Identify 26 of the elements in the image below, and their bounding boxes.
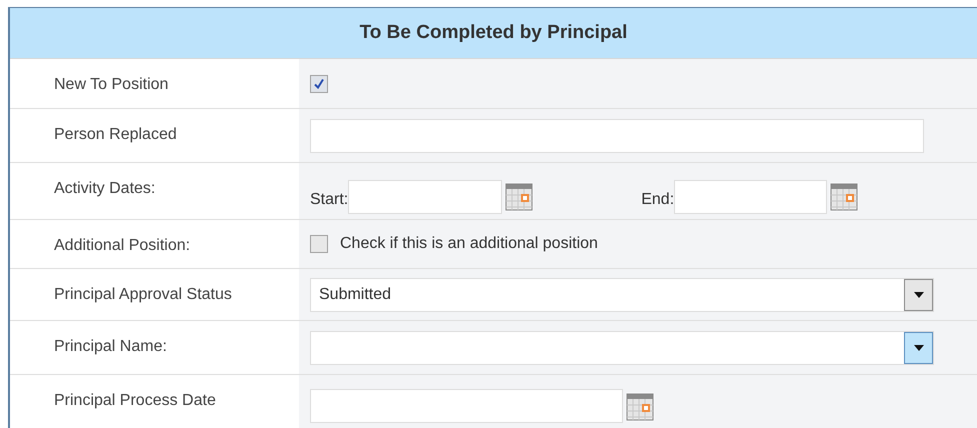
field-label: Person Replaced: [54, 126, 177, 143]
dropdown[interactable]: Submitted: [310, 278, 934, 312]
date-field[interactable]: [310, 388, 623, 422]
end-label: End:: [641, 190, 674, 210]
checkbox[interactable]: [310, 235, 328, 253]
field-label: Principal Name:: [54, 338, 167, 355]
field-label: Activity Dates:: [54, 180, 156, 197]
start-label: Start:: [310, 190, 348, 210]
calendar-icon[interactable]: [626, 392, 654, 420]
checkbox-label: Check if this is an additional position: [340, 234, 598, 254]
end-date-field[interactable]: [674, 180, 828, 214]
field-label: Principal Process Date: [54, 392, 216, 409]
checkbox[interactable]: [310, 74, 328, 92]
dropdown-button[interactable]: [904, 332, 933, 364]
field-label: Additional Position:: [54, 237, 190, 254]
checkmark-icon: [313, 78, 325, 90]
field-label: Principal Approval Status: [54, 286, 232, 303]
section-title: To Be Completed by Principal: [360, 20, 628, 45]
calendar-icon[interactable]: [505, 183, 534, 211]
input-field[interactable]: [310, 118, 924, 152]
field-label: New To Position: [54, 76, 168, 93]
caret-icon: [914, 292, 924, 298]
dropdown-button[interactable]: [904, 278, 933, 310]
calendar-icon[interactable]: [830, 183, 858, 211]
start-date-field[interactable]: [348, 180, 502, 214]
caret-icon: [914, 344, 924, 350]
